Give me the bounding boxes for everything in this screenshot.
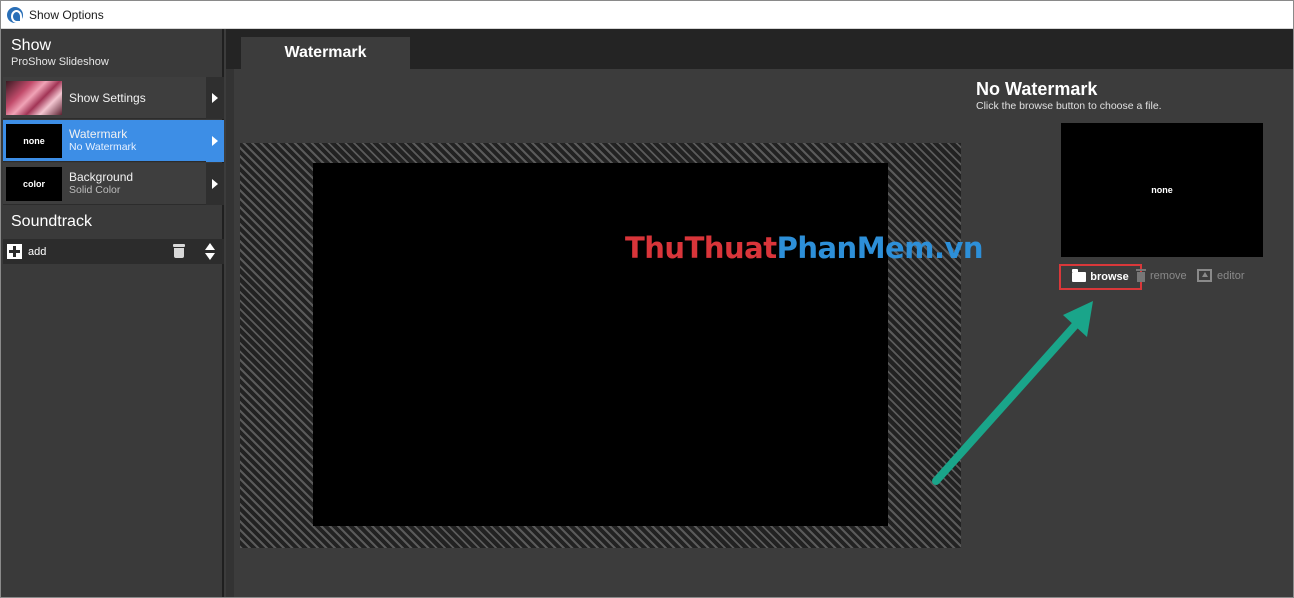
sidebar-item-watermark[interactable]: none Watermark No Watermark [3, 119, 224, 162]
site-watermark-logo: ThuThuatPhanMem.vn [625, 231, 984, 265]
sidebar-item-background[interactable]: color Background Solid Color [3, 162, 224, 205]
watermark-actions: browse remove editor [1059, 264, 1259, 290]
watermark-file-thumbnail: none [1061, 123, 1263, 257]
remove-button[interactable]: remove [1136, 269, 1187, 282]
show-settings-thumbnail [6, 80, 62, 115]
soundtrack-toolbar: add [3, 239, 224, 264]
editor-label: editor [1217, 269, 1245, 282]
browse-button[interactable]: browse [1059, 264, 1142, 290]
background-thumbnail: color [6, 166, 62, 201]
watermark-thumbnail: none [6, 123, 62, 158]
tab-strip: Watermark [226, 29, 1293, 69]
proshow-app-icon [7, 6, 23, 23]
tab-watermark[interactable]: Watermark [241, 37, 410, 69]
browse-label: browse [1090, 271, 1129, 283]
reorder-arrows-icon[interactable] [205, 243, 215, 261]
sidebar: Show ProShow Slideshow Show Settings non… [1, 29, 224, 597]
sidebar-item-label: Watermark [69, 127, 128, 141]
chevron-right-icon [206, 119, 224, 162]
remove-label: remove [1150, 269, 1187, 282]
sidebar-item-label: Show Settings [69, 90, 146, 105]
sidebar-item-show-settings[interactable]: Show Settings [3, 76, 224, 119]
watermark-preview [240, 143, 961, 548]
panel-gutter [226, 69, 234, 597]
folder-icon [1072, 269, 1087, 282]
editor-button[interactable]: editor [1197, 269, 1245, 282]
add-icon[interactable] [7, 244, 22, 259]
chevron-right-icon [206, 162, 224, 205]
trash-icon[interactable] [173, 244, 185, 258]
show-section-header: Show ProShow Slideshow [1, 29, 222, 75]
watermark-instructions: Click the browse button to choose a file… [976, 100, 1162, 112]
show-heading: Show [11, 37, 52, 54]
trash-icon [1136, 269, 1146, 282]
soundtrack-heading: Soundtrack [11, 213, 92, 230]
sidebar-item-label: Background [69, 170, 134, 184]
sidebar-item-sublabel: Solid Color [69, 184, 121, 196]
show-subheading: ProShow Slideshow [11, 56, 109, 68]
chevron-right-icon [206, 76, 224, 119]
preview-canvas [313, 163, 888, 526]
annotation-arrow-icon [932, 301, 1093, 485]
window-title: Show Options [29, 7, 104, 22]
sidebar-item-sublabel: No Watermark [69, 141, 137, 153]
title-bar: Show Options [1, 1, 1293, 29]
show-options-window: Show Options Show ProShow Slideshow Show… [0, 0, 1294, 598]
watermark-title: No Watermark [976, 79, 1098, 99]
editor-icon [1197, 269, 1212, 282]
add-soundtrack-button[interactable]: add [28, 246, 46, 258]
